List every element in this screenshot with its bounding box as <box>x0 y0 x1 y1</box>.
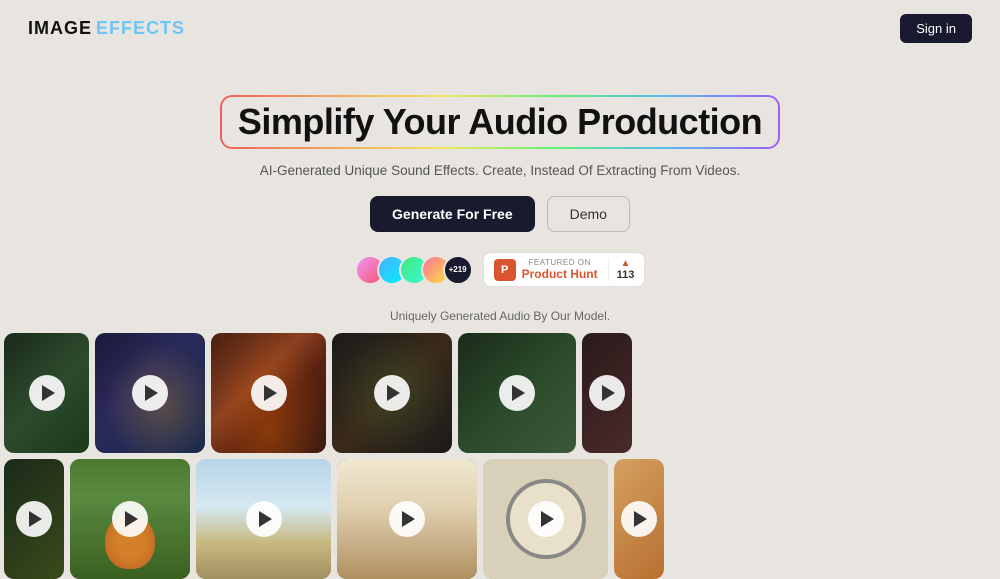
hero-title-wrapper: Simplify Your Audio Production <box>220 95 780 149</box>
ph-vote-count: 113 <box>617 269 635 281</box>
avatar-count-badge: +219 <box>443 255 473 285</box>
video-thumb-fireplace[interactable] <box>211 333 326 453</box>
play-button[interactable] <box>112 501 148 537</box>
play-button[interactable] <box>246 501 282 537</box>
video-thumb-house[interactable] <box>95 333 205 453</box>
ph-label: FEATURED ON <box>522 258 598 267</box>
video-row-1 <box>0 333 1000 453</box>
social-proof-row: +219 P FEATURED ON Product Hunt ▲ 113 <box>0 252 1000 287</box>
video-thumb-kitten[interactable] <box>70 459 190 579</box>
section-label: Uniquely Generated Audio By Our Model. <box>0 309 1000 323</box>
logo-text: IMAGE <box>28 18 92 38</box>
play-button[interactable] <box>374 375 410 411</box>
demo-button[interactable]: Demo <box>547 196 630 232</box>
product-hunt-text: FEATURED ON Product Hunt <box>522 258 598 281</box>
signin-button[interactable]: Sign in <box>900 14 972 43</box>
play-button[interactable] <box>499 375 535 411</box>
ph-name: Product Hunt <box>522 267 598 281</box>
navbar: IMAGEEFFECTS Sign in <box>0 0 1000 57</box>
hero-subtitle: AI-Generated Unique Sound Effects. Creat… <box>0 163 1000 178</box>
play-button[interactable] <box>29 375 65 411</box>
play-button[interactable] <box>16 501 52 537</box>
video-row-2 <box>0 459 1000 579</box>
video-thumb-forest[interactable] <box>4 333 89 453</box>
video-thumb-mma[interactable] <box>332 333 452 453</box>
video-thumb-partial-right[interactable] <box>614 459 664 579</box>
play-button[interactable] <box>132 375 168 411</box>
play-button[interactable] <box>389 501 425 537</box>
hero-title: Simplify Your Audio Production <box>238 101 762 143</box>
logo: IMAGEEFFECTS <box>28 18 185 39</box>
video-section: Uniquely Generated Audio By Our Model. <box>0 309 1000 579</box>
video-thumb-partial-1[interactable] <box>582 333 632 453</box>
logo-accent: EFFECTS <box>96 18 185 38</box>
generate-free-button[interactable]: Generate For Free <box>370 196 535 232</box>
product-hunt-badge[interactable]: P FEATURED ON Product Hunt ▲ 113 <box>483 252 646 287</box>
video-thumb-partial-left[interactable] <box>4 459 64 579</box>
video-thumb-room[interactable] <box>337 459 477 579</box>
ph-votes: ▲ 113 <box>608 258 635 281</box>
video-thumb-mountain[interactable] <box>458 333 576 453</box>
ph-arrow-icon: ▲ <box>621 258 631 269</box>
video-thumb-horse[interactable] <box>196 459 331 579</box>
play-button[interactable] <box>621 501 657 537</box>
hero-cta-group: Generate For Free Demo <box>0 196 1000 232</box>
play-button[interactable] <box>589 375 625 411</box>
avatar-group: +219 <box>355 255 473 285</box>
play-button[interactable] <box>251 375 287 411</box>
play-button[interactable] <box>528 501 564 537</box>
product-hunt-icon: P <box>494 259 516 281</box>
video-thumb-clock[interactable] <box>483 459 608 579</box>
hero-section: Simplify Your Audio Production AI-Genera… <box>0 57 1000 287</box>
